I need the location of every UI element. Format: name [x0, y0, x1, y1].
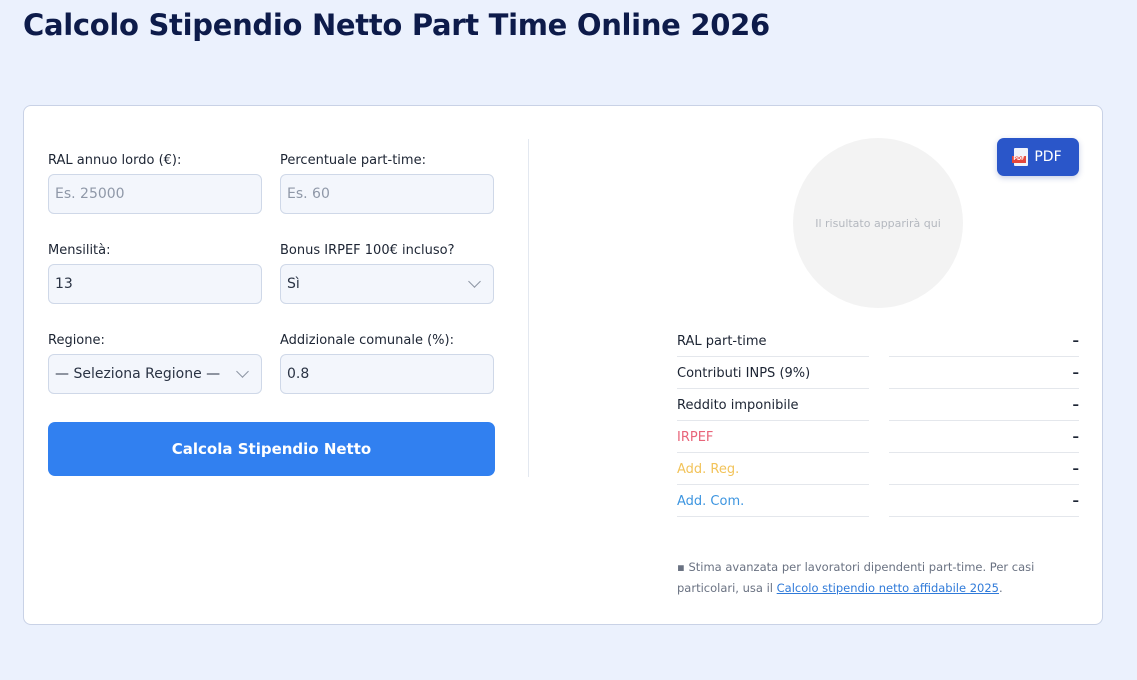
addcom-input[interactable] [287, 355, 487, 393]
note-suffix: . [999, 581, 1003, 595]
mensilita-field[interactable] [48, 264, 262, 304]
chevron-down-icon [236, 365, 249, 378]
calcolo-affidabile-link[interactable]: Calcolo stipendio netto affidabile 2025 [777, 581, 999, 595]
result-label: Contributi INPS (9%) [677, 365, 811, 381]
regione-select-value: — Seleziona Regione — [55, 366, 221, 382]
regione-select[interactable]: — Seleziona Regione — [48, 354, 262, 394]
regione-label: Regione: [48, 333, 105, 348]
mensilita-label: Mensilità: [48, 243, 111, 258]
result-value: – [1072, 429, 1080, 445]
bonus-label: Bonus IRPEF 100€ incluso? [280, 243, 455, 258]
result-row-add-com: Add. Com. – [677, 485, 1079, 517]
parttime-field[interactable] [280, 174, 494, 214]
result-row-ral: RAL part-time – [677, 325, 1079, 357]
result-row-imponibile: Reddito imponibile – [677, 389, 1079, 421]
parttime-input[interactable] [287, 175, 487, 213]
result-value: – [1072, 397, 1080, 413]
result-label: RAL part-time [677, 333, 767, 349]
mensilita-input[interactable] [55, 265, 255, 303]
note-bullet: ▪ [677, 560, 685, 574]
bonus-select-value: Sì [287, 276, 300, 292]
bonus-select[interactable]: Sì [280, 264, 494, 304]
result-row-add-reg: Add. Reg. – [677, 453, 1079, 485]
result-row-inps: Contributi INPS (9%) – [677, 357, 1079, 389]
chevron-down-icon [468, 275, 481, 288]
result-placeholder-circle: Il risultato apparirà qui [793, 138, 963, 308]
result-label: IRPEF [677, 429, 714, 445]
disclaimer-note: ▪ Stima avanzata per lavoratori dipenden… [677, 557, 1082, 599]
calculator-card: RAL annuo lordo (€): Percentuale part-ti… [23, 105, 1103, 625]
result-value: – [1072, 461, 1080, 477]
result-value: – [1072, 493, 1080, 509]
pdf-button[interactable]: PDF [997, 138, 1079, 176]
calculate-button[interactable]: Calcola Stipendio Netto [48, 422, 495, 476]
pdf-file-icon [1012, 148, 1029, 166]
addcom-label: Addizionale comunale (%): [280, 333, 454, 348]
result-label: Reddito imponibile [677, 397, 799, 413]
result-placeholder-text: Il risultato apparirà qui [815, 216, 941, 230]
page-title: Calcolo Stipendio Netto Part Time Online… [23, 8, 770, 42]
result-value: – [1072, 365, 1080, 381]
result-value: – [1072, 333, 1080, 349]
result-label: Add. Reg. [677, 461, 740, 477]
result-row-irpef: IRPEF – [677, 421, 1079, 453]
column-divider [528, 139, 529, 477]
ral-input[interactable] [55, 175, 255, 213]
pdf-button-label: PDF [1034, 149, 1062, 165]
ral-field[interactable] [48, 174, 262, 214]
ral-label: RAL annuo lordo (€): [48, 153, 182, 168]
addcom-field[interactable] [280, 354, 494, 394]
parttime-label: Percentuale part-time: [280, 153, 426, 168]
result-label: Add. Com. [677, 493, 745, 509]
